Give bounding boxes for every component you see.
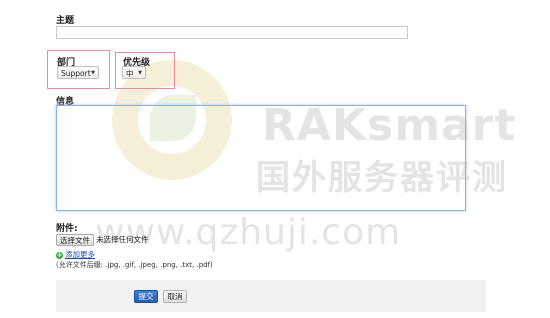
choose-file-button[interactable]: 选择文件 xyxy=(56,234,94,246)
subject-label: 主题 xyxy=(56,16,75,26)
watermark-url: www.qzhuji.com xyxy=(95,212,402,253)
add-more-row: + 添加更多 xyxy=(56,250,95,260)
submit-button[interactable]: 提交 xyxy=(134,290,158,303)
subject-input[interactable] xyxy=(56,26,408,39)
no-file-text: 未选择任何文件 xyxy=(96,235,149,244)
chevron-down-icon: ▼ xyxy=(91,70,95,76)
department-select-value: Support xyxy=(61,69,91,78)
chevron-down-icon: ▼ xyxy=(138,70,142,76)
priority-select[interactable]: 中 ▼ xyxy=(122,66,146,79)
plus-circle-icon: + xyxy=(56,250,63,259)
cancel-button[interactable]: 取消 xyxy=(163,290,187,303)
attachments-label: 附件: xyxy=(56,224,78,234)
department-select[interactable]: Support ▼ xyxy=(57,66,99,79)
add-more-link[interactable]: 添加更多 xyxy=(65,250,95,259)
priority-select-value: 中 xyxy=(126,69,134,78)
allowed-extensions-text: (允许文件后缀: .jpg, .gif, .jpeg, .png, .txt, … xyxy=(56,261,213,269)
form-actions-bar xyxy=(56,280,486,312)
message-textarea[interactable] xyxy=(56,105,466,211)
